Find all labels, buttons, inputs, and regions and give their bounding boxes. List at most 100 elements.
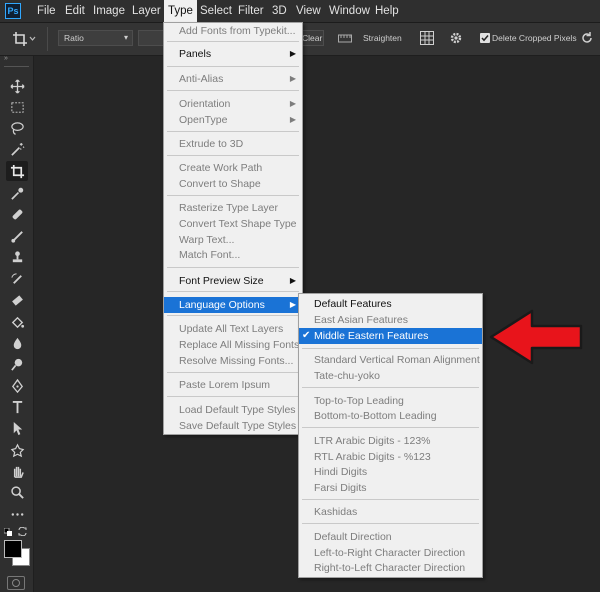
app-logo: Ps	[5, 3, 21, 19]
foreground-color-swatch[interactable]	[4, 540, 22, 558]
submenu-item-east-asian-features[interactable]: East Asian Features	[299, 312, 482, 328]
menu-item-update-text-layers[interactable]: Update All Text Layers	[164, 321, 302, 337]
menu-item-convert-shape-type[interactable]: Convert Text Shape Type	[164, 216, 302, 232]
menu-item-label: Farsi Digits	[314, 482, 367, 494]
more-tools-icon[interactable]	[6, 504, 28, 524]
custom-shape-icon[interactable]	[6, 440, 28, 460]
menu-item-language-options[interactable]: Language Options ▶	[164, 297, 302, 313]
crop-icon[interactable]	[6, 161, 28, 181]
swap-colors-icon[interactable]	[18, 526, 27, 537]
menu-item-label: Add Fonts from Typekit...	[179, 25, 296, 37]
menu-item-save-default-styles[interactable]: Save Default Type Styles	[164, 418, 302, 434]
menu-item-paste-lorem-ipsum[interactable]: Paste Lorem Ipsum	[164, 377, 302, 393]
menu-separator	[167, 90, 299, 91]
menu-window[interactable]: Window	[325, 0, 374, 22]
move-icon[interactable]	[6, 76, 28, 96]
straighten-label[interactable]: Straighten	[363, 31, 402, 45]
menu-file[interactable]: File	[33, 0, 60, 22]
menu-item-label: Right-to-Left Character Direction	[314, 562, 466, 574]
paint-bucket-icon[interactable]	[6, 312, 28, 332]
menu-separator	[302, 427, 479, 428]
menu-help[interactable]: Help	[371, 0, 403, 22]
collapse-icon[interactable]: »	[4, 55, 29, 62]
submenu-item-ltr-character-direction[interactable]: Left-to-Right Character Direction	[299, 545, 482, 561]
submenu-item-hindi-digits[interactable]: Hindi Digits	[299, 464, 482, 480]
menu-item-opentype[interactable]: OpenType ▶	[164, 112, 302, 128]
lasso-icon[interactable]	[6, 118, 28, 138]
menu-view[interactable]: View	[292, 0, 325, 22]
submenu-item-default-direction[interactable]: Default Direction	[299, 529, 482, 545]
menu-item-font-preview-size[interactable]: Font Preview Size ▶	[164, 273, 302, 289]
menu-item-add-fonts[interactable]: Add Fonts from Typekit...	[164, 23, 302, 39]
menu-item-label: Replace All Missing Fonts	[179, 339, 300, 351]
menu-edit[interactable]: Edit	[61, 0, 89, 22]
reset-icon[interactable]	[580, 31, 594, 45]
hand-icon[interactable]	[6, 461, 28, 481]
submenu-arrow-icon: ▶	[289, 74, 296, 83]
menu-bar: Ps File Edit Image Layer Type Select Fil…	[0, 0, 600, 23]
menu-item-match-font[interactable]: Match Font...	[164, 247, 302, 263]
menu-separator	[302, 523, 479, 524]
submenu-item-rtl-arabic-digits[interactable]: RTL Arabic Digits - %123	[299, 449, 482, 465]
menu-separator	[302, 387, 479, 388]
submenu-arrow-icon: ▶	[289, 300, 296, 309]
submenu-item-bottom-to-bottom-leading[interactable]: Bottom-to-Bottom Leading	[299, 408, 482, 424]
menu-item-extrude-3d[interactable]: Extrude to 3D	[164, 136, 302, 152]
submenu-item-farsi-digits[interactable]: Farsi Digits	[299, 480, 482, 496]
menu-item-panels[interactable]: Panels ▶	[164, 46, 302, 62]
marquee-icon[interactable]	[6, 97, 28, 117]
submenu-item-vertical-roman-alignment[interactable]: Standard Vertical Roman Alignment	[299, 352, 482, 368]
magic-wand-icon[interactable]	[6, 139, 28, 159]
menu-3d[interactable]: 3D	[268, 0, 291, 22]
menu-filter[interactable]: Filter	[234, 0, 268, 22]
menu-item-label: Orientation	[179, 98, 231, 110]
submenu-item-ltr-arabic-digits[interactable]: LTR Arabic Digits - 123%	[299, 433, 482, 449]
toolbar-grip[interactable]	[4, 66, 29, 67]
eraser-icon[interactable]	[6, 290, 28, 310]
menu-item-anti-alias[interactable]: Anti-Alias ▶	[164, 71, 302, 87]
menu-layer[interactable]: Layer	[128, 0, 165, 22]
path-selection-icon[interactable]	[6, 418, 28, 438]
type-icon[interactable]	[6, 397, 28, 417]
submenu-arrow-icon: ▶	[289, 276, 296, 285]
zoom-icon[interactable]	[6, 482, 28, 502]
menu-item-replace-missing-fonts[interactable]: Replace All Missing Fonts	[164, 337, 302, 353]
clone-stamp-icon[interactable]	[6, 247, 28, 267]
healing-brush-icon[interactable]	[6, 204, 28, 224]
blur-icon[interactable]	[6, 333, 28, 353]
menu-item-label: Standard Vertical Roman Alignment	[314, 354, 480, 366]
straighten-icon[interactable]	[338, 33, 352, 44]
delete-cropped-label[interactable]: Delete Cropped Pixels	[492, 31, 577, 45]
menu-select[interactable]: Select	[196, 0, 236, 22]
submenu-item-middle-eastern-features[interactable]: ✔ Middle Eastern Features	[299, 328, 482, 344]
menu-item-convert-to-shape[interactable]: Convert to Shape	[164, 176, 302, 192]
history-brush-icon[interactable]	[6, 269, 28, 289]
menu-item-warp-text[interactable]: Warp Text...	[164, 232, 302, 248]
menu-type[interactable]: Type	[164, 0, 197, 22]
crop-tool-preset-icon[interactable]	[12, 31, 36, 47]
menu-item-rasterize[interactable]: Rasterize Type Layer	[164, 200, 302, 216]
default-colors-icon[interactable]	[3, 527, 12, 536]
chevron-down-icon: ▾	[123, 33, 128, 42]
brush-icon[interactable]	[6, 226, 28, 246]
submenu-item-tate-chu-yoko[interactable]: Tate-chu-yoko	[299, 368, 482, 384]
menu-item-create-work-path[interactable]: Create Work Path	[164, 160, 302, 176]
menu-item-resolve-missing-fonts[interactable]: Resolve Missing Fonts...	[164, 353, 302, 369]
menu-image[interactable]: Image	[89, 0, 129, 22]
grid-overlay-icon[interactable]	[420, 31, 434, 45]
submenu-item-default-features[interactable]: Default Features	[299, 296, 482, 312]
dodge-icon[interactable]	[6, 354, 28, 374]
pen-icon[interactable]	[6, 376, 28, 396]
eyedropper-icon[interactable]	[6, 183, 28, 203]
menu-item-load-default-styles[interactable]: Load Default Type Styles	[164, 402, 302, 418]
menu-item-orientation[interactable]: Orientation ▶	[164, 96, 302, 112]
submenu-arrow-icon: ▶	[289, 99, 296, 108]
submenu-item-rtl-character-direction[interactable]: Right-to-Left Character Direction	[299, 560, 482, 576]
menu-item-label: Language Options	[179, 299, 265, 311]
gear-icon[interactable]	[449, 31, 463, 45]
submenu-item-kashidas[interactable]: Kashidas	[299, 504, 482, 520]
submenu-item-top-to-top-leading[interactable]: Top-to-Top Leading	[299, 393, 482, 409]
delete-cropped-checkbox[interactable]	[480, 33, 490, 43]
ratio-dropdown[interactable]: Ratio ▾	[58, 30, 133, 46]
quick-mask-icon[interactable]	[7, 576, 25, 590]
